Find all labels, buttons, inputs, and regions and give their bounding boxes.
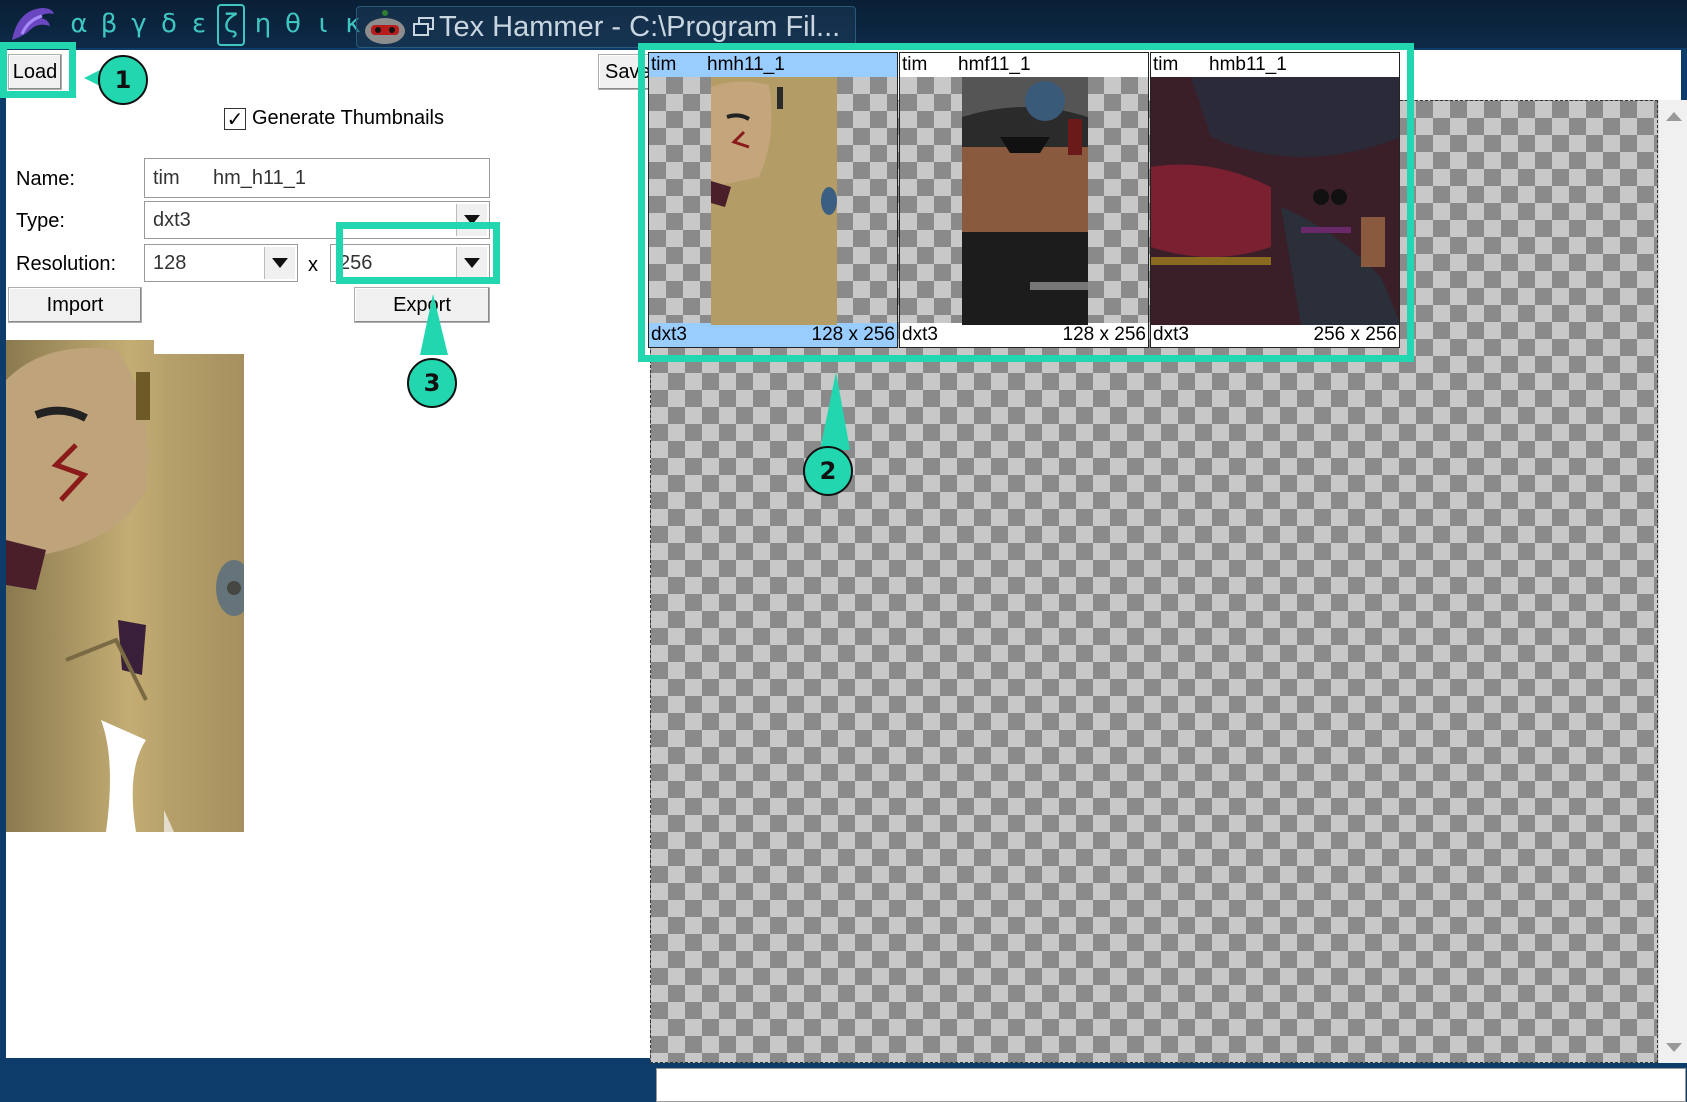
callout-1: 1 [98, 55, 148, 105]
resolution-width-select[interactable]: 128 [144, 244, 298, 282]
highlight-load [0, 42, 76, 98]
resolution-x-label: x [308, 254, 318, 276]
window-restore-icon [413, 17, 434, 36]
workspace-2[interactable]: β [94, 6, 124, 42]
import-button[interactable]: Import [8, 287, 142, 323]
workspace-8[interactable]: θ [278, 6, 308, 42]
workspace-1[interactable]: α [64, 6, 94, 42]
name-label: Name: [16, 168, 75, 190]
start-menu-icon[interactable] [8, 4, 56, 44]
checkmark-icon: ✓ [226, 107, 244, 131]
taskbar-window-item[interactable]: Tex Hammer - C:\Program Fil... [356, 6, 856, 48]
workspace-7[interactable]: η [248, 6, 278, 42]
workspace-switcher[interactable]: α β γ δ ε ζ η θ ι κ [64, 4, 368, 46]
export-button[interactable]: Export [354, 287, 490, 323]
generate-thumbnails-checkbox[interactable]: ✓ [224, 108, 246, 130]
name-input[interactable]: tim hm_h11_1 [144, 158, 490, 198]
resolution-label: Resolution: [16, 253, 117, 275]
workspace-9[interactable]: ι [308, 6, 338, 42]
scroll-down-icon[interactable] [1662, 1035, 1685, 1059]
callout-2: 2 [803, 446, 853, 496]
workspace-3[interactable]: γ [124, 6, 154, 42]
chevron-down-icon[interactable] [264, 247, 295, 279]
workspace-4[interactable]: δ [154, 6, 184, 42]
vertical-scrollbar[interactable] [1658, 100, 1687, 1063]
texture-preview [6, 340, 254, 832]
workspace-6-active[interactable]: ζ [217, 4, 245, 46]
scroll-up-icon[interactable] [1662, 104, 1685, 128]
taskbar-window-title: Tex Hammer - C:\Program Fil... [439, 11, 841, 43]
app-robot-icon [365, 10, 405, 44]
highlight-export [336, 222, 500, 284]
type-value: dxt3 [153, 208, 191, 231]
callout-3: 3 [407, 358, 457, 408]
status-field [656, 1068, 1686, 1102]
resolution-width-value: 128 [153, 251, 187, 274]
highlight-thumbnails [638, 43, 1414, 362]
workspace-5[interactable]: ε [184, 6, 214, 42]
type-label: Type: [16, 210, 65, 232]
generate-thumbnails-label: Generate Thumbnails [252, 107, 444, 129]
taskbar: α β γ δ ε ζ η θ ι κ Tex Hammer - C:\Prog… [0, 0, 1687, 48]
